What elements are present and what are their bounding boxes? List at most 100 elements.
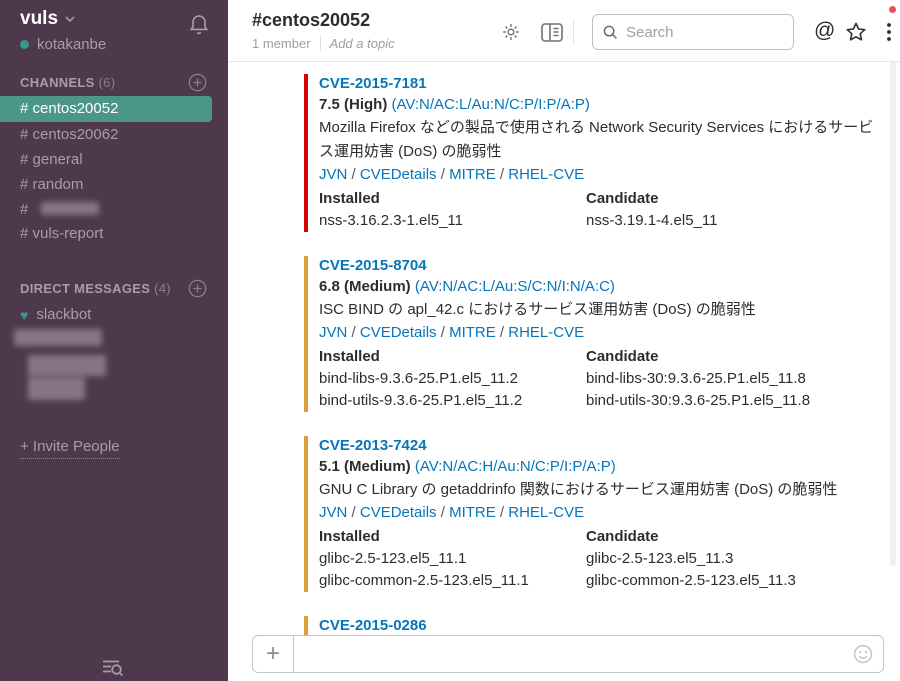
channels-section-header: CHANNELS (6): [20, 75, 115, 90]
sidebar-channel-centos20052[interactable]: # centos20052: [0, 96, 212, 122]
cvedetails-link[interactable]: CVEDetails: [360, 324, 437, 341]
link-separator: /: [441, 324, 445, 341]
cve-link[interactable]: CVE-2015-0286: [319, 616, 879, 636]
installed-value: nss-3.16.2.3-1.el5_11: [319, 210, 586, 232]
scrollbar[interactable]: [890, 14, 896, 566]
starred-items-icon[interactable]: [844, 20, 868, 44]
installed-value: bind-libs-9.3.6-25.P1.el5_11.2: [319, 368, 586, 390]
channels-label: CHANNELS: [20, 75, 95, 90]
cvedetails-link[interactable]: CVEDetails: [360, 504, 437, 521]
link-separator: /: [352, 324, 356, 341]
link-separator: /: [352, 166, 356, 183]
cvss-score: 7.5 (High): [319, 96, 387, 113]
notifications-bell-icon[interactable]: [189, 13, 209, 35]
more-options-icon[interactable]: [882, 22, 896, 44]
cve-link[interactable]: CVE-2015-7181: [319, 74, 879, 94]
flexpane-toggle-icon[interactable]: [541, 23, 563, 42]
jvn-link[interactable]: JVN: [319, 324, 347, 341]
candidate-value: bind-utils-30:9.3.6-25.P1.el5_11.8: [586, 390, 810, 412]
cve-summary: GNU C Library の getaddrinfo 関数におけるサービス運用…: [319, 478, 879, 502]
workspace-name: vuls: [20, 8, 58, 30]
mitre-link[interactable]: MITRE: [449, 324, 496, 341]
dm-section-header: DIRECT MESSAGES (4): [20, 281, 171, 296]
sidebar-channel-redacted[interactable]: #: [0, 197, 212, 222]
candidate-value: glibc-common-2.5-123.el5_11.3: [586, 570, 796, 592]
rhel-cve-link[interactable]: RHEL-CVE: [508, 324, 584, 341]
channel-header: #centos20052 1 member Add a topic @: [228, 0, 900, 62]
cve-attachment: CVE-2013-7424 5.1 (Medium) (AV:N/AC:H/Au…: [304, 436, 879, 592]
dm-redacted-2[interactable]: [28, 355, 106, 376]
invite-people-link[interactable]: + Invite People: [20, 438, 120, 459]
attach-file-button[interactable]: +: [253, 636, 294, 672]
jvn-link[interactable]: JVN: [319, 504, 347, 521]
mitre-link[interactable]: MITRE: [449, 504, 496, 521]
cvedetails-link[interactable]: CVEDetails: [360, 166, 437, 183]
candidate-label: Candidate: [586, 526, 796, 548]
link-separator: /: [352, 504, 356, 521]
emoji-picker-icon[interactable]: [853, 636, 883, 672]
cve-attachment: CVE-2015-7181 7.5 (High) (AV:N/AC:L/Au:N…: [304, 74, 879, 232]
heart-icon: ♥: [20, 307, 28, 323]
link-separator: /: [500, 504, 504, 521]
rhel-cve-link[interactable]: RHEL-CVE: [508, 166, 584, 183]
message-composer: +: [252, 635, 884, 673]
search-icon: [603, 25, 618, 40]
rhel-cve-link[interactable]: RHEL-CVE: [508, 504, 584, 521]
installed-label: Installed: [319, 526, 586, 548]
reference-links: JVN / CVEDetails / MITRE / RHEL-CVE: [319, 322, 879, 344]
dm-slackbot[interactable]: ♥ slackbot: [20, 306, 91, 323]
reference-links: JVN / CVEDetails / MITRE / RHEL-CVE: [319, 502, 879, 524]
presence-dot: [20, 40, 29, 49]
cve-summary: Mozilla Firefox などの製品で使用される Network Secu…: [319, 116, 879, 164]
dm-count: (4): [154, 281, 171, 296]
sidebar: vuls kotakanbe CHANNELS (6) # centos2005…: [0, 0, 228, 681]
message-list: CVE-2015-7181 7.5 (High) (AV:N/AC:L/Au:N…: [228, 62, 900, 681]
sidebar-channel-random[interactable]: # random: [0, 172, 212, 197]
cvss-vector-link[interactable]: (AV:N/AC:H/Au:N/C:P/I:P/A:P): [415, 458, 616, 475]
jvn-link[interactable]: JVN: [319, 166, 347, 183]
channel-settings-gear-icon[interactable]: [501, 22, 521, 42]
installed-label: Installed: [319, 188, 586, 210]
dm-name: slackbot: [36, 306, 91, 323]
current-user[interactable]: kotakanbe: [20, 36, 106, 53]
sidebar-channel-centos20062[interactable]: # centos20062: [0, 122, 212, 147]
cve-attachment: CVE-2015-8704 6.8 (Medium) (AV:N/AC:L/Au…: [304, 256, 879, 412]
divider: [320, 36, 321, 51]
search-input[interactable]: [626, 24, 766, 41]
channel-label: # centos20052: [20, 100, 118, 117]
sidebar-channel-vuls-report[interactable]: # vuls-report: [0, 221, 212, 246]
channel-label: #: [20, 201, 28, 218]
installed-label: Installed: [319, 346, 586, 368]
search-box[interactable]: [592, 14, 794, 50]
reference-links: JVN / CVEDetails / MITRE / RHEL-CVE: [319, 164, 879, 186]
message-input[interactable]: [304, 646, 843, 663]
cve-summary: ISC BIND の apl_42.c におけるサービス運用妨害 (DoS) の…: [319, 298, 879, 322]
dm-redacted-1[interactable]: [14, 329, 102, 346]
divider: [573, 19, 574, 45]
cve-link[interactable]: CVE-2015-8704: [319, 256, 879, 276]
installed-value: bind-utils-9.3.6-25.P1.el5_11.2: [319, 390, 586, 412]
sidebar-channel-general[interactable]: # general: [0, 147, 212, 172]
notification-dot: [889, 6, 896, 13]
candidate-value: glibc-2.5-123.el5_11.3: [586, 548, 796, 570]
link-separator: /: [500, 324, 504, 341]
redacted-channel-name: [41, 202, 99, 215]
workspace-menu[interactable]: vuls: [20, 8, 76, 30]
add-dm-button[interactable]: [188, 279, 207, 298]
add-channel-button[interactable]: [188, 73, 207, 92]
quick-search-icon[interactable]: [100, 656, 125, 680]
add-topic-link[interactable]: Add a topic: [330, 36, 395, 51]
link-separator: /: [500, 166, 504, 183]
mitre-link[interactable]: MITRE: [449, 166, 496, 183]
channels-count: (6): [99, 75, 116, 90]
member-count[interactable]: 1 member: [252, 36, 311, 51]
user-name: kotakanbe: [37, 36, 106, 53]
installed-value: glibc-2.5-123.el5_11.1: [319, 548, 586, 570]
chevron-down-icon: [64, 13, 76, 25]
mentions-icon[interactable]: @: [814, 19, 835, 43]
cve-link[interactable]: CVE-2013-7424: [319, 436, 879, 456]
installed-value: glibc-common-2.5-123.el5_11.1: [319, 570, 586, 592]
cvss-vector-link[interactable]: (AV:N/AC:L/Au:S/C:N/I:N/A:C): [415, 278, 615, 295]
link-separator: /: [441, 166, 445, 183]
cvss-vector-link[interactable]: (AV:N/AC:L/Au:N/C:P/I:P/A:P): [392, 96, 590, 113]
